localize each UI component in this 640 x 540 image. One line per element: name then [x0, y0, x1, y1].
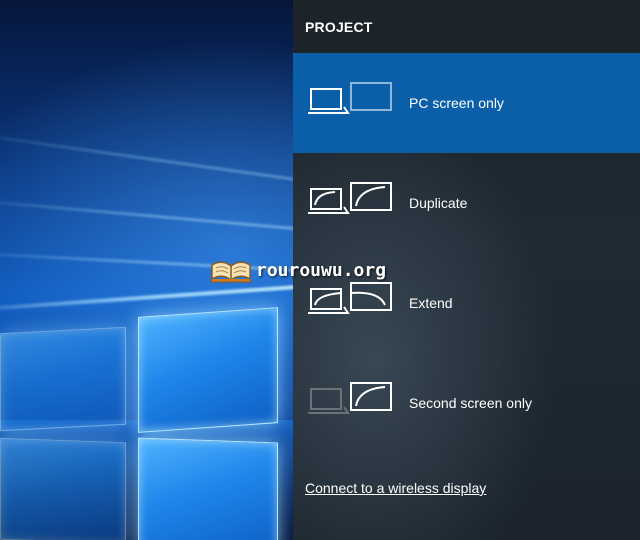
option-duplicate[interactable]: Duplicate: [293, 153, 640, 253]
option-pc-screen-only[interactable]: PC screen only: [293, 53, 640, 153]
watermark-text: rourouwu.org: [256, 259, 387, 281]
pc-screen-only-icon: [308, 82, 392, 114]
light-beam: [0, 128, 297, 182]
light-beam: [0, 196, 299, 231]
connect-wireless-display-link[interactable]: Connect to a wireless display: [305, 480, 486, 496]
watermark: rourouwu.org: [210, 256, 386, 284]
option-label: Second screen only: [409, 395, 532, 411]
open-book-icon: [210, 261, 252, 283]
windows-logo-pane: [138, 437, 278, 540]
second-screen-only-icon: [308, 382, 392, 414]
duplicate-icon: [308, 182, 392, 214]
option-second-screen-only[interactable]: Second screen only: [293, 353, 640, 453]
option-label: Duplicate: [409, 195, 468, 211]
windows-logo-pane: [0, 437, 126, 540]
windows-logo-pane: [138, 307, 278, 433]
option-label: Extend: [409, 295, 453, 311]
option-label: PC screen only: [409, 95, 504, 111]
flyout-title: PROJECT: [305, 19, 373, 35]
windows-logo-pane: [0, 326, 126, 432]
